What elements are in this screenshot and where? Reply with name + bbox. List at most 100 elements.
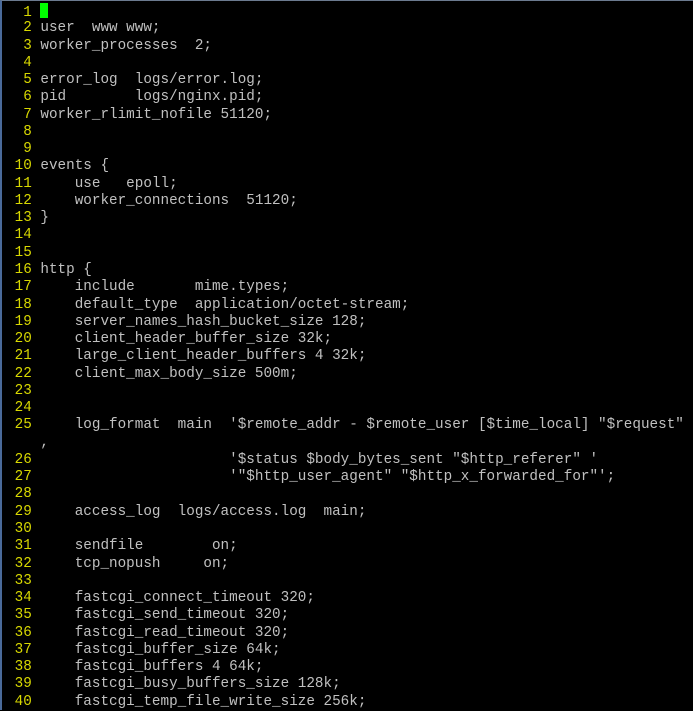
code-line[interactable]: 20 client_header_buffer_size 32k; bbox=[6, 331, 684, 348]
line-text: sendfile on; bbox=[40, 538, 238, 555]
code-line[interactable]: 8 bbox=[6, 124, 684, 141]
line-text: large_client_header_buffers 4 32k; bbox=[40, 348, 367, 365]
code-line[interactable]: 10 events { bbox=[6, 158, 684, 175]
line-number: 40 bbox=[14, 693, 32, 710]
line-text: user www www; bbox=[40, 20, 161, 37]
line-number: 10 bbox=[14, 158, 32, 175]
code-line[interactable]: 4 bbox=[6, 55, 684, 72]
code-line[interactable]: 27 '"$http_user_agent" "$http_x_forwarde… bbox=[6, 469, 684, 486]
line-text: client_header_buffer_size 32k; bbox=[40, 331, 333, 348]
code-line[interactable]: 33 bbox=[6, 573, 684, 590]
line-number: 37 bbox=[14, 641, 32, 658]
code-line[interactable]: 22 client_max_body_size 500m; bbox=[6, 366, 684, 383]
line-number: 17 bbox=[14, 279, 32, 296]
line-text: worker_processes 2; bbox=[40, 37, 212, 54]
line-number: 6 bbox=[23, 89, 32, 106]
line-text: fastcgi_busy_buffers_size 128k; bbox=[40, 676, 341, 693]
code-line[interactable]: 35 fastcgi_send_timeout 320; bbox=[6, 607, 684, 624]
line-number: 34 bbox=[14, 590, 32, 607]
line-number: 20 bbox=[14, 331, 32, 348]
code-line[interactable]: 31 sendfile on; bbox=[6, 538, 684, 555]
code-line[interactable]: 11 use epoll; bbox=[6, 176, 684, 193]
code-line[interactable]: 37 fastcgi_buffer_size 64k; bbox=[6, 642, 684, 659]
line-number: 8 bbox=[23, 123, 32, 140]
code-line[interactable]: 1 bbox=[6, 3, 684, 21]
line-number: 28 bbox=[14, 486, 32, 503]
code-line[interactable]: 29 access_log logs/access.log main; bbox=[6, 504, 684, 521]
code-line[interactable]: 16 http { bbox=[6, 262, 684, 279]
code-line[interactable]: 6 pid logs/nginx.pid; bbox=[6, 89, 684, 106]
line-text: log_format main '$remote_addr - $remote_… bbox=[40, 417, 684, 434]
code-line[interactable]: 12 worker_connections 51120; bbox=[6, 193, 684, 210]
code-line[interactable]: 18 default_type application/octet-stream… bbox=[6, 297, 684, 314]
code-line-wrap[interactable]: , bbox=[6, 435, 684, 452]
line-text: client_max_body_size 500m; bbox=[40, 365, 298, 382]
code-line[interactable]: 40 fastcgi_temp_file_write_size 256k; bbox=[6, 694, 684, 711]
code-line[interactable]: 17 include mime.types; bbox=[6, 279, 684, 296]
line-number: 13 bbox=[14, 210, 32, 227]
code-line[interactable]: 7 worker_rlimit_nofile 51120; bbox=[6, 107, 684, 124]
code-line[interactable]: 34 fastcgi_connect_timeout 320; bbox=[6, 590, 684, 607]
line-text: fastcgi_read_timeout 320; bbox=[40, 624, 290, 641]
code-line[interactable]: 2 user www www; bbox=[6, 20, 684, 37]
code-line[interactable]: 21 large_client_header_buffers 4 32k; bbox=[6, 348, 684, 365]
code-line[interactable]: 13} bbox=[6, 210, 684, 227]
line-number: 38 bbox=[14, 659, 32, 676]
line-text: server_names_hash_bucket_size 128; bbox=[40, 313, 367, 330]
text-cursor bbox=[40, 3, 49, 18]
code-line[interactable]: 26 '$status $body_bytes_sent "$http_refe… bbox=[6, 452, 684, 469]
line-number: 29 bbox=[14, 503, 32, 520]
line-number: 2 bbox=[23, 20, 32, 37]
line-number: 7 bbox=[23, 106, 32, 123]
line-text: http { bbox=[40, 261, 92, 278]
line-number: 25 bbox=[14, 417, 32, 434]
line-number: 24 bbox=[14, 400, 32, 417]
line-number: 12 bbox=[14, 192, 32, 209]
code-line[interactable]: 36 fastcgi_read_timeout 320; bbox=[6, 625, 684, 642]
line-number: 26 bbox=[14, 451, 32, 468]
code-line[interactable]: 5 error_log logs/error.log; bbox=[6, 72, 684, 89]
line-text: error_log logs/error.log; bbox=[40, 72, 264, 89]
code-line[interactable]: 9 bbox=[6, 141, 684, 158]
line-number: 3 bbox=[23, 37, 32, 54]
code-line[interactable]: 32 tcp_nopush on; bbox=[6, 556, 684, 573]
editor-buffer[interactable]: 1 2 user www www; 3 worker_processes 2; 4 5 err… bbox=[6, 3, 684, 711]
code-line[interactable]: 15 bbox=[6, 245, 684, 262]
line-number: 30 bbox=[14, 520, 32, 537]
line-text: fastcgi_send_timeout 320; bbox=[40, 607, 290, 624]
line-text: pid logs/nginx.pid; bbox=[40, 89, 264, 106]
line-text: worker_connections 51120; bbox=[40, 192, 298, 209]
code-line[interactable]: 19 server_names_hash_bucket_size 128; bbox=[6, 314, 684, 331]
line-number: 31 bbox=[14, 538, 32, 555]
line-number: 14 bbox=[14, 227, 32, 244]
code-line[interactable]: 30 bbox=[6, 521, 684, 538]
line-text: tcp_nopush on; bbox=[40, 555, 230, 572]
code-line[interactable]: 39 fastcgi_busy_buffers_size 128k; bbox=[6, 676, 684, 693]
line-number: 4 bbox=[23, 54, 32, 71]
code-line[interactable]: 23 bbox=[6, 383, 684, 400]
line-number: 39 bbox=[14, 676, 32, 693]
line-number: 9 bbox=[23, 141, 32, 158]
line-text: default_type application/octet-stream; bbox=[40, 296, 410, 313]
line-number: 36 bbox=[14, 624, 32, 641]
line-text: worker_rlimit_nofile 51120; bbox=[40, 106, 273, 123]
line-text: fastcgi_buffer_size 64k; bbox=[40, 641, 281, 658]
line-number: 23 bbox=[14, 382, 32, 399]
code-line[interactable]: 28 bbox=[6, 486, 684, 503]
line-text: use epoll; bbox=[40, 175, 178, 192]
line-number: 5 bbox=[23, 72, 32, 89]
line-text: fastcgi_connect_timeout 320; bbox=[40, 590, 315, 607]
code-line[interactable]: 3 worker_processes 2; bbox=[6, 38, 684, 55]
line-text: , bbox=[40, 434, 49, 451]
line-text: fastcgi_temp_file_write_size 256k; bbox=[40, 693, 367, 710]
line-text: '$status $body_bytes_sent "$http_referer… bbox=[40, 451, 599, 468]
line-text: include mime.types; bbox=[40, 279, 290, 296]
terminal-window[interactable]: 1 2 user www www; 3 worker_processes 2; 4 5 err… bbox=[0, 0, 693, 710]
line-number: 21 bbox=[14, 348, 32, 365]
code-line[interactable]: 14 bbox=[6, 227, 684, 244]
code-line[interactable]: 25 log_format main '$remote_addr - $remo… bbox=[6, 417, 684, 434]
code-line[interactable]: 24 bbox=[6, 400, 684, 417]
line-text: } bbox=[40, 210, 49, 227]
code-line[interactable]: 38 fastcgi_buffers 4 64k; bbox=[6, 659, 684, 676]
line-text: '"$http_user_agent" "$http_x_forwarded_f… bbox=[40, 469, 616, 486]
